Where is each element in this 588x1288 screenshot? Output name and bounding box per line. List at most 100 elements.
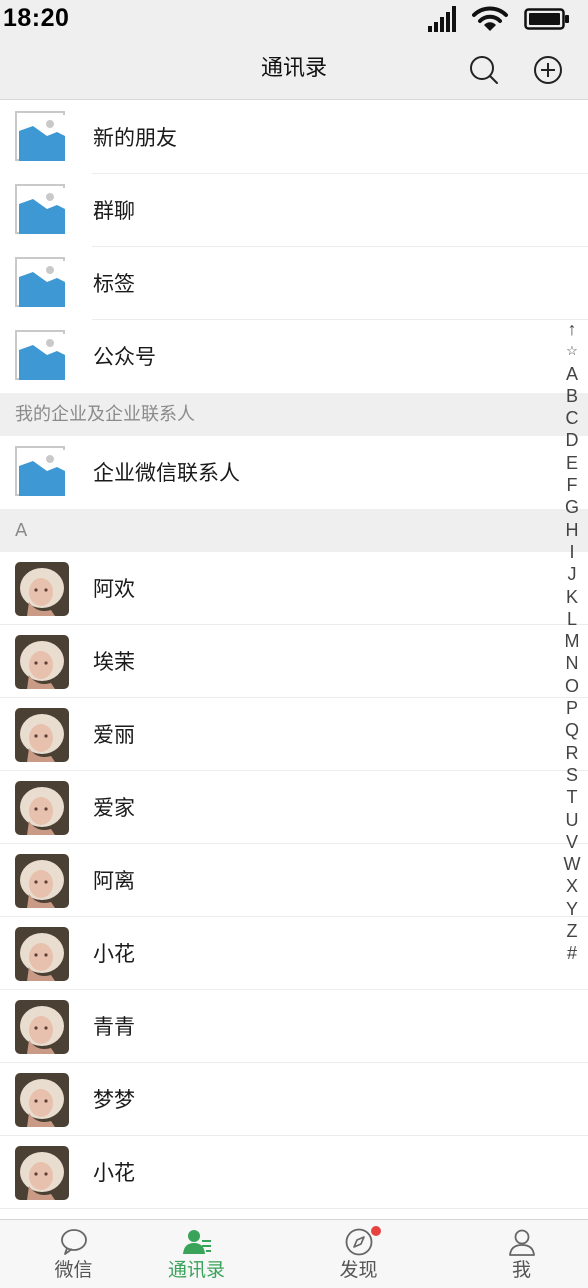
search-button[interactable] <box>468 54 500 86</box>
index-letter[interactable]: E <box>562 452 582 474</box>
tab-label: 我 <box>511 1259 531 1281</box>
index-letter[interactable]: M <box>562 630 582 652</box>
contact-row[interactable]: 青青 <box>0 990 588 1063</box>
image-placeholder-icon <box>15 446 65 496</box>
tab-bar: 微信 通讯录 发现 我 <box>0 1219 588 1288</box>
index-letter[interactable]: S <box>562 764 582 786</box>
tab-label: 发现 <box>339 1259 378 1281</box>
index-letter[interactable]: R <box>562 742 582 764</box>
contacts-list: 新的朋友 群聊 标签 公众号 我的企业及企业联系人 企业微信联系人 A 阿欢 埃… <box>0 101 588 1209</box>
add-circle-icon <box>534 56 562 84</box>
index-letter[interactable]: W <box>562 853 582 875</box>
index-letter[interactable]: T <box>562 786 582 808</box>
wifi-icon <box>472 6 508 31</box>
index-letter[interactable]: P <box>562 697 582 719</box>
contact-name: 阿欢 <box>93 577 135 601</box>
index-letter[interactable]: I <box>562 541 582 563</box>
alphabet-index[interactable]: ↑ ☆ A B C D E F G H I J K L M N O P Q R … <box>562 318 582 965</box>
add-button[interactable] <box>532 54 564 86</box>
group-chats-label: 群聊 <box>93 199 135 223</box>
row-divider <box>0 1208 588 1209</box>
official-accounts-label: 公众号 <box>93 345 156 369</box>
battery-icon <box>524 8 569 30</box>
image-placeholder-icon <box>15 257 65 307</box>
enterprise-contacts-row[interactable]: 企业微信联系人 <box>0 436 588 509</box>
status-bar: 18:20 <box>0 0 588 38</box>
contact-name: 阿离 <box>93 869 135 893</box>
index-hash[interactable]: # <box>562 942 582 964</box>
index-star[interactable]: ☆ <box>562 340 582 362</box>
index-letter[interactable]: F <box>562 474 582 496</box>
index-letter[interactable]: C <box>562 407 582 429</box>
new-friends-label: 新的朋友 <box>93 126 177 150</box>
contact-name: 爱丽 <box>93 723 135 747</box>
avatar <box>15 708 69 762</box>
avatar <box>15 781 69 835</box>
avatar <box>15 927 69 981</box>
index-letter[interactable]: L <box>562 608 582 630</box>
index-letter[interactable]: Q <box>562 719 582 741</box>
search-icon <box>470 56 498 84</box>
section-title: 我的企业及企业联系人 <box>15 404 195 425</box>
index-letter[interactable]: G <box>562 496 582 518</box>
contact-row[interactable]: 阿离 <box>0 844 588 917</box>
index-letter[interactable]: Y <box>562 898 582 920</box>
index-letter[interactable]: Z <box>562 920 582 942</box>
index-letter[interactable]: V <box>562 831 582 853</box>
avatar <box>15 1146 69 1200</box>
contact-row[interactable]: 小花 <box>0 917 588 990</box>
contact-row[interactable]: 阿欢 <box>0 552 588 625</box>
contact-name: 小花 <box>93 942 135 966</box>
section-header-enterprise: 我的企业及企业联系人 <box>0 393 588 436</box>
enterprise-contacts-label: 企业微信联系人 <box>93 461 240 485</box>
contact-row[interactable]: 爱家 <box>0 771 588 844</box>
tab-label: 通讯录 <box>167 1259 225 1281</box>
image-placeholder-icon <box>15 111 65 161</box>
header: 通讯录 <box>0 38 588 100</box>
index-letter[interactable]: U <box>562 809 582 831</box>
avatar <box>15 1000 69 1054</box>
contact-name: 埃茉 <box>93 650 135 674</box>
notification-badge <box>371 1226 381 1236</box>
index-letter[interactable]: N <box>562 652 582 674</box>
group-chats-row[interactable]: 群聊 <box>0 174 588 247</box>
contact-name: 青青 <box>93 1015 135 1039</box>
contact-name: 梦梦 <box>93 1088 135 1112</box>
tags-row[interactable]: 标签 <box>0 247 588 320</box>
contact-row[interactable]: 爱丽 <box>0 698 588 771</box>
section-header-letter: A <box>0 509 588 552</box>
status-time: 18:20 <box>3 4 70 32</box>
contact-row[interactable]: 小花 <box>0 1136 588 1209</box>
signal-icon <box>428 6 456 32</box>
contact-row[interactable]: 埃茉 <box>0 625 588 698</box>
index-letter[interactable]: B <box>562 385 582 407</box>
index-letter[interactable]: O <box>562 675 582 697</box>
tab-discover[interactable]: 发现 <box>285 1220 432 1288</box>
index-letter[interactable]: A <box>562 363 582 385</box>
contacts-icon <box>182 1230 211 1254</box>
image-placeholder-icon <box>15 184 65 234</box>
avatar <box>15 854 69 908</box>
section-letter: A <box>15 520 28 541</box>
new-friends-row[interactable]: 新的朋友 <box>0 101 588 174</box>
image-placeholder-icon <box>15 330 65 380</box>
tags-label: 标签 <box>93 272 135 296</box>
tab-me[interactable]: 我 <box>448 1220 588 1288</box>
index-letter[interactable]: X <box>562 875 582 897</box>
contact-name: 小花 <box>93 1161 135 1185</box>
index-letter[interactable]: H <box>562 519 582 541</box>
index-letter[interactable]: K <box>562 586 582 608</box>
index-letter[interactable]: D <box>562 429 582 451</box>
avatar <box>15 635 69 689</box>
avatar <box>15 1073 69 1127</box>
index-arrow-up[interactable]: ↑ <box>562 318 582 340</box>
avatar <box>15 562 69 616</box>
index-letter[interactable]: J <box>562 563 582 585</box>
tab-contacts[interactable]: 通讯录 <box>123 1220 270 1288</box>
chat-bubble-icon <box>60 1229 87 1255</box>
contact-name: 爱家 <box>93 796 135 820</box>
official-accounts-row[interactable]: 公众号 <box>0 320 588 393</box>
person-icon <box>508 1229 535 1256</box>
contact-row[interactable]: 梦梦 <box>0 1063 588 1136</box>
compass-icon <box>345 1228 372 1256</box>
